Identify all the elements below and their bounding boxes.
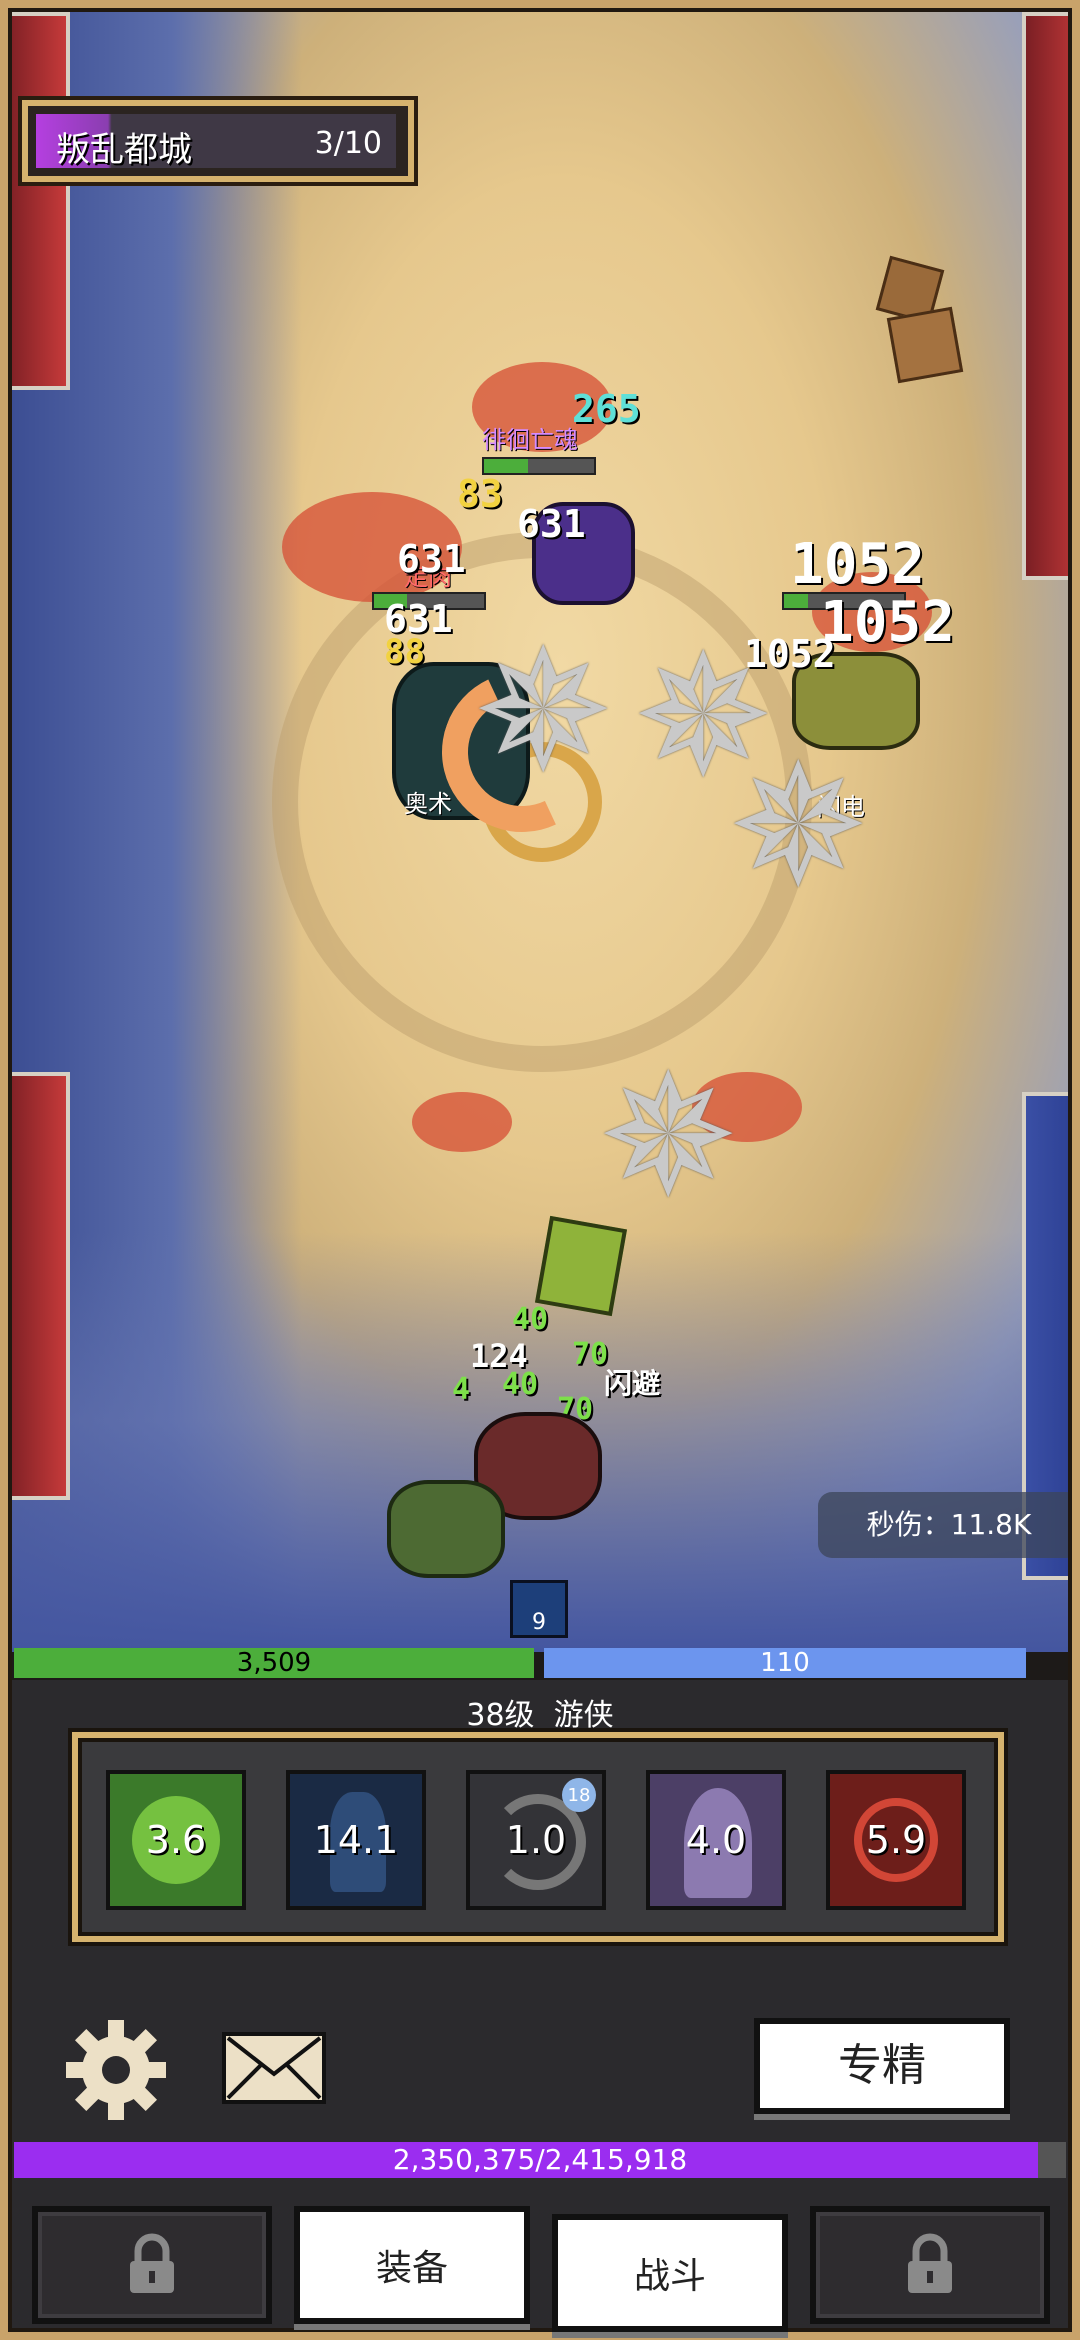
skill-slot-hooded[interactable]: 4.0 [646,1770,786,1910]
stage-badge: 叛乱都城 3/10 [22,100,414,182]
player-bars: 3,509 110 [14,1648,1026,1678]
buff-count: 9 [532,1610,546,1635]
player-level: 38级 游侠 [0,1690,1080,1734]
skill-stack-badge: 18 [562,1778,596,1812]
damage-number: 265 [572,387,641,431]
projectile-icon [534,1215,628,1317]
enemy-name: 徘徊亡魂 [482,426,578,454]
skill-cooldown: 3.6 [145,1818,207,1862]
damage-number: 631 [517,502,586,546]
damage-number: 4 [452,1372,471,1407]
dodge-text: 闪避 [604,1367,661,1400]
gear-icon [66,2020,166,2120]
experience-text: 2,350,375/2,415,918 [392,2143,688,2176]
skill-cooldown: 14.1 [313,1818,399,1862]
damage-number: 40 [502,1367,539,1402]
skill-slot-crimson[interactable]: 5.9 [826,1770,966,1910]
envelope-icon [226,2036,322,2100]
damage-number: 1052 [820,590,955,655]
curtain-right-top [1022,12,1068,580]
damage-number: 70 [572,1337,609,1372]
damage-number: 88 [384,632,425,672]
tab-equipment[interactable]: 装备 [294,2206,530,2324]
stage-name: 叛乱都城 [56,130,192,170]
specialization-button[interactable]: 专精 [754,2018,1010,2114]
damage-number: 1052 [790,532,925,597]
shuriken-icon: ✵ [597,1038,740,1236]
battle-arena: 徘徊亡魂 走肉 奥术 闪电 ✵ ✵ ✵ ✵ 265 83 631 631 631… [12,12,1068,1652]
tab-locked-right[interactable] [810,2206,1050,2324]
buff-icon[interactable]: 9 [510,1580,568,1638]
skill-slot-shadow[interactable]: 14.1 [286,1770,426,1910]
player-hp-bar: 3,509 [14,1648,534,1678]
curtain-left-bottom [12,1072,70,1500]
tab-locked-left[interactable] [32,2206,272,2324]
player-mp-bar: 110 [544,1648,1026,1678]
class-name: 游侠 [553,1698,614,1733]
skill-cooldown: 4.0 [685,1818,747,1862]
shuriken-icon: ✵ [727,728,870,926]
shuriken-icon: ✵ [472,613,615,811]
damage-number: 83 [457,472,503,516]
stage-progress: 3/10 [314,126,382,161]
dps-value: 11.8K [950,1508,1032,1541]
companion-golem [387,1480,505,1578]
skill-cooldown: 1.0 [505,1818,567,1862]
damage-number: 40 [512,1302,549,1337]
skill-slot-paw[interactable]: 3.6 [106,1770,246,1910]
lock-icon [130,2233,174,2293]
skill-slot-crescent[interactable]: 1.0 18 [466,1770,606,1910]
curtain-left-top [12,12,70,390]
lock-icon [908,2233,952,2293]
blood-splat [412,1092,512,1152]
skill-bar: 3.6 14.1 1.0 18 4.0 5.9 [72,1732,1004,1942]
damage-number: 631 [397,537,466,581]
tab-battle[interactable]: 战斗 [552,2214,788,2332]
enemy-name: 奥术 [404,790,452,818]
skill-cooldown: 5.9 [865,1818,927,1862]
level-label: 38级 [466,1698,535,1733]
dps-display: 秒伤：11.8K [818,1492,1068,1558]
experience-bar: 2,350,375/2,415,918 [14,2142,1066,2178]
settings-button[interactable] [62,2016,170,2124]
dps-label: 秒伤： [866,1508,951,1541]
crate-icon [886,306,964,384]
mail-button[interactable] [222,2032,326,2104]
damage-number: 1052 [744,632,836,676]
